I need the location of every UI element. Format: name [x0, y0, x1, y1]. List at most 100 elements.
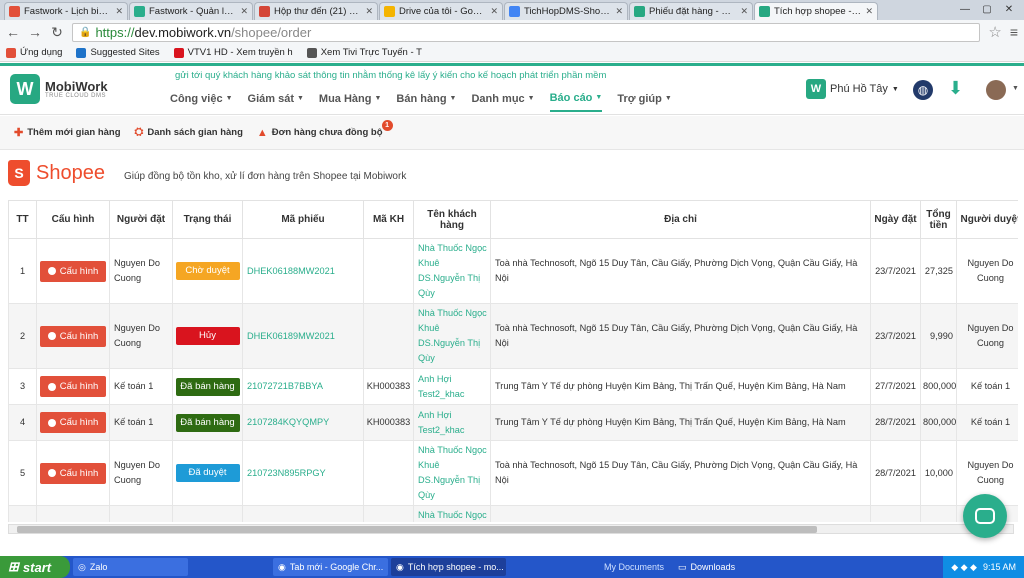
bookmark-tivi[interactable]: Xem Tivi Trực Tuyến - T [306, 47, 422, 58]
tray-icons[interactable]: ◆ ◆ ◆ [951, 562, 977, 573]
config-button[interactable]: Cấu hình [40, 260, 106, 282]
mobiwork-logo[interactable]: W MobiWork TRUE CLOUD DMS [10, 74, 108, 104]
nav-item[interactable]: Bán hàng ▼ [396, 85, 456, 112]
nav-item[interactable]: Báo cáo ▼ [549, 85, 603, 112]
config-button[interactable]: Cấu hình [40, 412, 106, 433]
orderer: Kế toán 1 [109, 368, 173, 405]
customer-code [363, 238, 414, 304]
taskbar-chrome-newtab[interactable]: ◉ Tab mới - Google Chr... [273, 558, 388, 576]
download-icon[interactable]: ⬇ [948, 78, 963, 99]
reload-icon[interactable]: ↻ [50, 24, 64, 41]
horizontal-scrollbar[interactable] [8, 524, 1014, 534]
nav-item[interactable]: Mua Hàng ▼ [319, 85, 382, 112]
customer-name-link[interactable]: Nhà Thuốc Ngọc Khuê DS.Nguyễn Thị Qùy [413, 303, 491, 369]
tab-close-icon[interactable]: ✕ [740, 6, 748, 17]
my-documents-link[interactable]: My Documents [604, 562, 664, 572]
tab-close-icon[interactable]: ✕ [365, 6, 373, 17]
orderer: Kế toán 1 [109, 404, 173, 441]
config-label: Cấu hình [59, 417, 99, 428]
globe-icon[interactable]: ◍ [913, 80, 933, 100]
store-list-button[interactable]: ⛭ Danh sách gian hàng [135, 126, 243, 139]
task-label: Tích hợp shopee - mo... [407, 562, 504, 572]
task-label: Zalo [89, 562, 108, 572]
task-label: Tab mới - Google Chr... [289, 562, 384, 572]
browser-tab[interactable]: Tích hợp shopee - mob✕ [754, 2, 878, 20]
tab-close-icon[interactable]: ✕ [865, 6, 873, 17]
nav-item[interactable]: Trợ giúp ▼ [617, 85, 671, 112]
tab-close-icon[interactable]: ✕ [490, 6, 498, 17]
browser-menu-icon[interactable]: ≡ [1010, 24, 1018, 40]
tab-close-icon[interactable]: ✕ [115, 6, 123, 17]
table-row: 4 Cấu hình Kế toán 1 Đã bán hàng 2107284KQYQ… [8, 404, 1018, 441]
tab-title: Hộp thư đến (21) - nin [274, 6, 362, 17]
config-button[interactable]: Cấu hình [40, 325, 106, 347]
downloads-link[interactable]: Downloads [691, 562, 736, 572]
unsynced-orders-button[interactable]: ▲ Đơn hàng chưa đồng bộ 1 [257, 119, 393, 139]
column-header: Cấu hình [36, 200, 110, 239]
orderer: Nguyen Do Cuong [109, 303, 173, 369]
bookmark-star-icon[interactable]: ☆ [988, 23, 1001, 41]
order-code-link[interactable]: DHEK06189MW2021 [242, 303, 364, 369]
bookmark-suggested[interactable]: Suggested Sites [76, 47, 160, 58]
customer-name-link[interactable]: Nhà Thuốc Ngọc Khuê DS.Nguyễn Thị Qùy [413, 238, 491, 304]
gear-icon [47, 382, 56, 391]
start-button[interactable]: ⊞ start [0, 556, 70, 578]
customer-name-link[interactable]: Nhà Thuốc Ngọc Khuê DS.Nguyễn Thị Qùy [413, 505, 491, 522]
os-taskbar: ⊞ start ◎ Zalo ◉ Tab mới - Google Chr... ◉ T… [0, 556, 1024, 578]
survey-notice[interactable]: gửi tới quý khách hàng khảo sát thông ti… [175, 70, 606, 81]
taskbar-chrome-shopee[interactable]: ◉ Tích hợp shopee - mo... [391, 558, 506, 576]
bookmark-apps[interactable]: Ứng dụng [6, 47, 62, 58]
browser-tab[interactable]: Hộp thư đến (21) - nin ✕ [254, 2, 378, 20]
forward-icon[interactable]: → [28, 24, 42, 40]
order-code-link[interactable]: 21072721B7BBYA [242, 368, 364, 405]
config-button[interactable]: Cấu hình [40, 462, 106, 484]
scrollbar-thumb[interactable] [17, 526, 817, 533]
url-input[interactable]: 🔒 https://dev.mobiwork.vn/shopee/order [72, 22, 981, 42]
customer-name-link[interactable]: Anh Hợi Test2_khac [413, 404, 491, 441]
browser-tab[interactable]: TichHopDMS-Shopee - (✕ [504, 2, 628, 20]
browser-tab[interactable]: Fastwork - Lịch biểu cả ✕ [4, 2, 128, 20]
nav-item[interactable]: Giám sát ▼ [248, 85, 304, 112]
tv-icon [306, 47, 317, 58]
order-code-link[interactable]: 2107284KQYQMPY [242, 404, 364, 441]
table-row: 2 Cấu hình Nguyen Do Cuong Hủy DHEK06189MW20… [8, 303, 1018, 369]
lock-icon: 🔒 [79, 26, 92, 38]
close-window-icon[interactable]: ✕ [998, 2, 1020, 16]
chevron-down-icon: ▼ [296, 95, 304, 102]
gear-icon [47, 332, 56, 340]
customer-name-link[interactable]: Anh Hợi Test2_khac [413, 368, 491, 405]
customer-name-link[interactable]: Nhà Thuốc Ngọc Khuê DS.Nguyễn Thị Qùy [413, 440, 491, 506]
tab-close-icon[interactable]: ✕ [615, 6, 623, 17]
browser-tab[interactable]: Drive của tôi - Google D ✕ [379, 2, 503, 20]
chevron-down-icon[interactable]: ▼ [1012, 85, 1019, 92]
order-code-link[interactable]: DHSPE_210723N895RPGY [242, 505, 364, 522]
bookmark-vtv1[interactable]: VTV1 HD - Xem truyền h [173, 47, 293, 58]
chevron-down-icon: ▼ [449, 95, 457, 102]
back-icon[interactable]: ← [6, 24, 20, 40]
browser-tab[interactable]: Phiếu đặt hàng - mobiW ✕ [629, 2, 753, 20]
add-store-button[interactable]: ✚ Thêm mới gian hàng [14, 126, 121, 139]
config-button[interactable]: Cấu hình [40, 376, 106, 397]
branch-selector[interactable]: W Phú Hồ Tây ▼ [806, 79, 899, 99]
chat-support-button[interactable] [963, 494, 1007, 538]
nav-item[interactable]: Công việc ▼ [170, 85, 233, 112]
minimize-icon[interactable]: — [954, 2, 976, 16]
order-code-link[interactable]: 210723N895RPGY [242, 440, 364, 506]
url-scheme: https:// [95, 24, 135, 40]
orders-table: TT Cấu hình Người đặt Trạng thái Mã phiếu Mã … [8, 200, 1018, 522]
nav-label: Bán hàng [396, 92, 447, 105]
unsynced-label: Đơn hàng chưa đồng bộ [271, 127, 383, 138]
browser-tab[interactable]: Fastwork - Quản lý dự ✕ [129, 2, 253, 20]
taskbar-zalo[interactable]: ◎ Zalo [73, 558, 188, 576]
tab-close-icon[interactable]: ✕ [240, 6, 248, 17]
store-list-label: Danh sách gian hàng [147, 127, 243, 138]
maximize-icon[interactable]: ▢ [976, 2, 998, 16]
column-header: TT [8, 200, 37, 239]
order-code-link[interactable]: DHEK06188MW2021 [242, 238, 364, 304]
tab-favicon-icon [9, 6, 20, 17]
nav-item[interactable]: Danh mục ▼ [471, 85, 534, 112]
chevron-down-icon: ▼ [225, 95, 233, 102]
config-label: Cấu hình [59, 467, 99, 479]
avatar[interactable] [986, 80, 1006, 100]
tab-favicon-icon [259, 6, 270, 17]
